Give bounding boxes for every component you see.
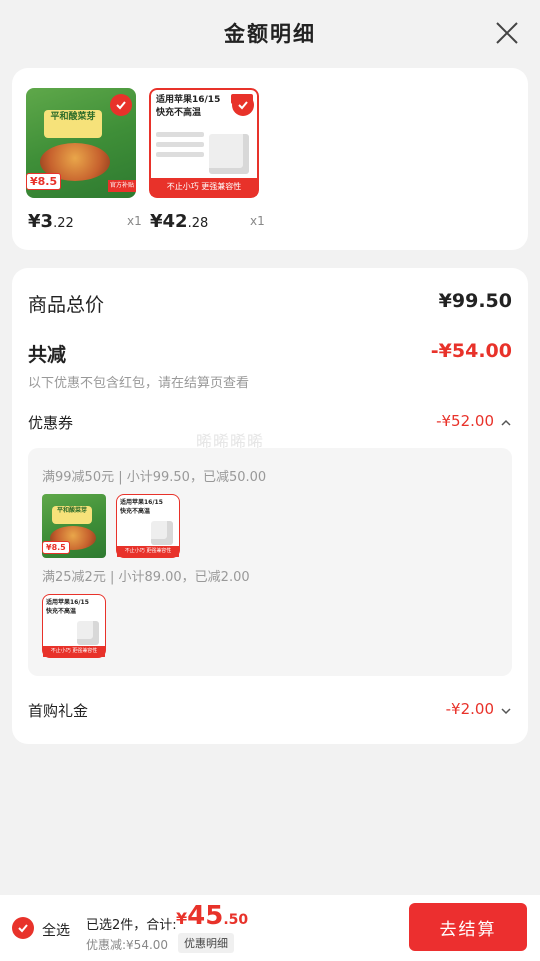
gift-label: 首购礼金 — [28, 702, 89, 720]
coupon-detail-panel: 满99减50元 | 小计99.50，已减50.00 平和酸菜芽 ¥8.5 适用苹… — [28, 448, 512, 676]
selected-count: 已选2件，合计: — [86, 918, 177, 933]
gift-row[interactable]: 首购礼金 -¥2.00 — [28, 700, 512, 724]
total-amount: ¥45.50 — [176, 901, 249, 931]
header: 金额明细 — [0, 0, 540, 66]
discount-label: 共减 — [28, 344, 67, 366]
products-card: 平和酸菜芽 ¥8.5 官方补贴 ¥3.22 x1 适用苹果16/15 快充不高温… — [12, 68, 528, 250]
product-check-icon[interactable] — [110, 94, 132, 116]
discount-note: 以下优惠不包含红包，请在结算页查看 — [28, 376, 250, 391]
coupon-rule: 满25减2元 | 小计89.00，已减2.00 — [42, 570, 250, 585]
summary-card: 商品总价 ¥99.50 共减 -¥54.00 以下优惠不包含红包，请在结算页查看… — [12, 268, 528, 744]
product-check-icon[interactable] — [232, 94, 254, 116]
total-label: 商品总价 — [28, 294, 105, 316]
coupon-row[interactable]: 优惠券 -¥52.00 — [28, 412, 512, 436]
discount-detail-button[interactable]: 优惠明细 — [178, 933, 234, 953]
page-title: 金额明细 — [224, 22, 316, 46]
coupon-value: -¥52.00 — [436, 412, 494, 430]
product-qty: x1 — [250, 214, 265, 228]
package-label: 平和酸菜芽 — [44, 110, 102, 138]
discount-value: -¥54.00 — [430, 340, 512, 362]
discount-summary: 优惠减:¥54.00 — [86, 938, 169, 952]
product-price: ¥3.22 — [28, 211, 74, 232]
total-row: 商品总价 ¥99.50 — [28, 290, 512, 320]
coupon-label: 优惠券 — [28, 414, 74, 432]
chevron-up-icon[interactable] — [500, 418, 512, 428]
gift-value: -¥2.00 — [445, 700, 494, 718]
product-price: ¥42.28 — [150, 211, 209, 232]
product-qty: x1 — [127, 214, 142, 228]
total-value: ¥99.50 — [438, 290, 512, 312]
coupon-rule: 满99减50元 | 小计99.50，已减50.00 — [42, 470, 267, 485]
promo-tag: 官方补贴 — [107, 180, 136, 192]
feature-lines — [156, 132, 204, 162]
select-all-label[interactable]: 全选 — [42, 920, 70, 940]
charger-banner: 不止小巧 更强兼容性 — [151, 178, 257, 196]
charger-image — [209, 134, 249, 174]
thumb-noodle: 平和酸菜芽 ¥8.5 — [42, 494, 106, 558]
thumb-charger: 适用苹果16/15 快充不高温 不止小巧 更强兼容性 — [42, 594, 106, 658]
chevron-down-icon[interactable] — [500, 706, 512, 716]
checkout-bar: 全选 已选2件，合计: ¥45.50 优惠减:¥54.00 优惠明细 去结算 — [0, 895, 540, 961]
checkout-button[interactable]: 去结算 — [409, 903, 527, 951]
select-all-check-icon[interactable] — [12, 917, 34, 939]
price-tag: ¥8.5 — [26, 173, 62, 190]
thumb-charger: 适用苹果16/15 快充不高温 不止小巧 更强兼容性 — [116, 494, 180, 558]
discount-row: 共减 -¥54.00 — [28, 340, 512, 370]
close-icon[interactable] — [494, 20, 520, 46]
